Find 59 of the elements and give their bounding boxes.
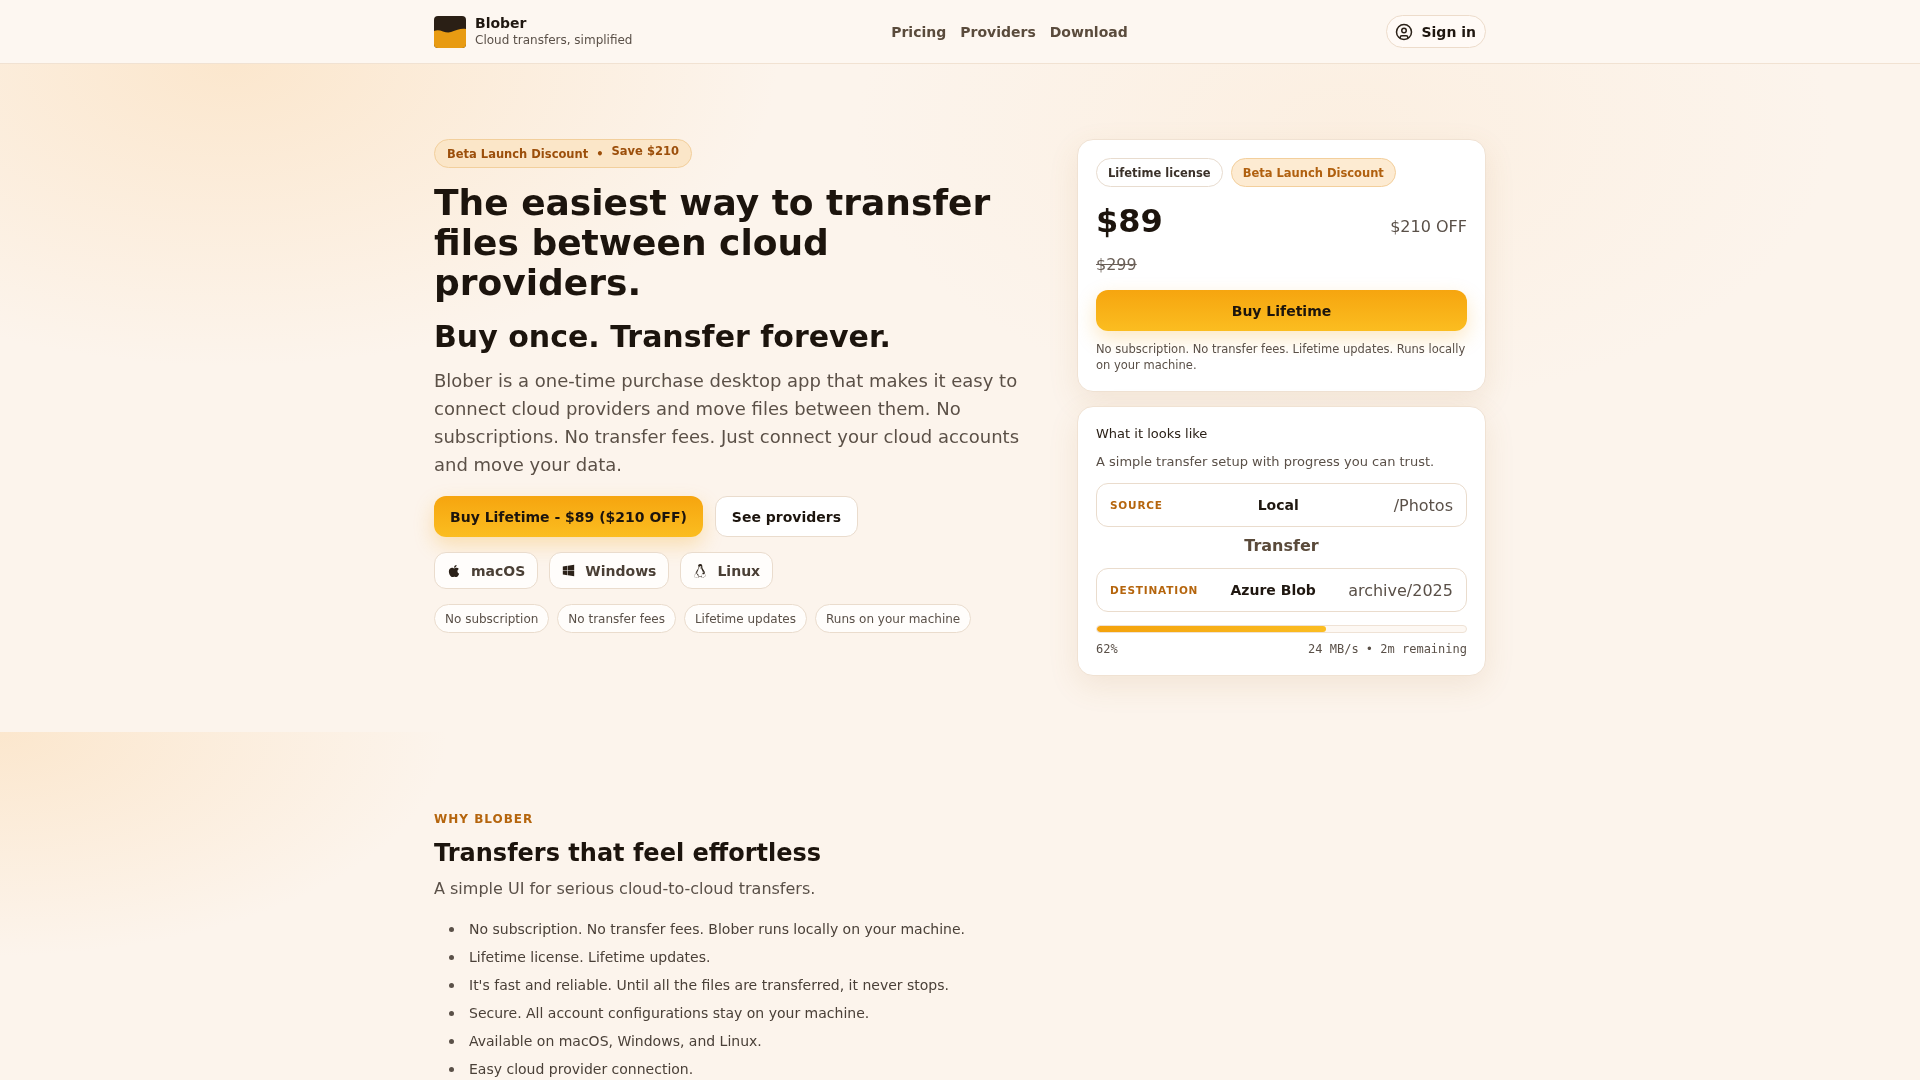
progress-status: 24 MB/s • 2m remaining (1308, 641, 1467, 657)
license-tag: Lifetime license (1096, 158, 1223, 187)
feature-tag: No subscription (434, 604, 550, 633)
apple-icon (447, 563, 461, 578)
bullet-icon (449, 926, 454, 932)
windows-logo-icon (562, 564, 576, 577)
point-text: It's fast and reliable. Until all the files are transferred, it never stops. (469, 976, 949, 995)
nav-link[interactable]: Pricing (891, 23, 947, 40)
fine-print: No subscription. No transfer fees. Lifetime updates. Runs locally on your machine. (1096, 341, 1467, 373)
nav-link[interactable]: Providers (960, 23, 1036, 40)
transfer-label: Transfer (1244, 536, 1319, 556)
discount-tag: Beta Launch Discount (1230, 158, 1396, 187)
feature-tag: Lifetime updates (683, 604, 807, 633)
penguin-icon (693, 563, 708, 578)
section-subtitle: A simple UI for serious cloud-to-cloud transfers. (434, 878, 816, 900)
section-title: Transfers that feel effortless (434, 838, 822, 868)
progress-percent: 62% (1096, 641, 1118, 657)
folder-path: /Photos (1393, 495, 1453, 515)
section-eyebrow: WHY BLOBER (434, 811, 534, 827)
provider-name: Azure Blob (1230, 582, 1316, 598)
platform-button[interactable]: Linux (680, 552, 774, 589)
bullet-icon (449, 1010, 454, 1016)
price: $89 (1096, 201, 1163, 241)
feature-tag: No transfer fees (557, 604, 676, 633)
endpoint-label: SOURCE (1110, 499, 1163, 511)
headline: The easiest way to transfer files between cloud providers. (434, 183, 992, 303)
original-price: $299 (1096, 255, 1137, 275)
point-text: Available on macOS, Windows, and Linux. (469, 1032, 762, 1051)
buy-button[interactable]: Buy Lifetime - $89 ($210 OFF) (434, 496, 703, 537)
bullet-icon (449, 954, 454, 960)
preview-subtitle: A simple transfer setup with progress you can trust. (1096, 453, 1436, 471)
bullet-icon (449, 1038, 454, 1044)
badge-label: Beta Launch Discount (447, 146, 589, 161)
bullet-icon (449, 982, 454, 988)
brand-name: Blober (475, 15, 528, 32)
provider-name: Local (1257, 497, 1299, 513)
point-text: No subscription. No transfer fees. Blober runs locally on your machine. (469, 920, 966, 939)
bullet-icon (449, 1066, 454, 1072)
user-circle-icon (1395, 22, 1414, 41)
platform-button[interactable]: macOS (434, 552, 539, 589)
preview-title: What it looks like (1096, 425, 1209, 443)
point-text: Lifetime license. Lifetime updates. (469, 948, 711, 967)
folder-path: archive/2025 (1348, 580, 1453, 600)
point-text: Easy cloud provider connection. (469, 1060, 694, 1079)
platform-button[interactable]: Windows (549, 552, 670, 589)
description: Blober is a one-time purchase desktop app that makes it easy to connect cloud providers and move files between them. No subscriptions. No transfer fees. Just connect your cloud accounts and move your data. (434, 369, 1021, 477)
bullet-separator: • (596, 146, 604, 161)
subheadline: Buy once. Transfer forever. (434, 319, 891, 355)
point-text: Secure. All account configurations stay on your machine. (469, 1004, 870, 1023)
nav-link[interactable]: Download (1049, 23, 1128, 40)
providers-button[interactable]: See providers (714, 496, 858, 537)
logo-icon (434, 15, 466, 48)
brand-tagline: Cloud transfers, simplified (475, 33, 633, 48)
endpoint-label: DESTINATION (1110, 584, 1199, 596)
feature-tag: Runs on your machine (815, 604, 972, 633)
sign-in-button[interactable]: Sign in (1386, 15, 1486, 48)
badge-note: Save $210 (611, 143, 679, 158)
discount-text: $210 OFF (1390, 217, 1467, 236)
buy-button[interactable]: Buy Lifetime (1096, 290, 1467, 331)
